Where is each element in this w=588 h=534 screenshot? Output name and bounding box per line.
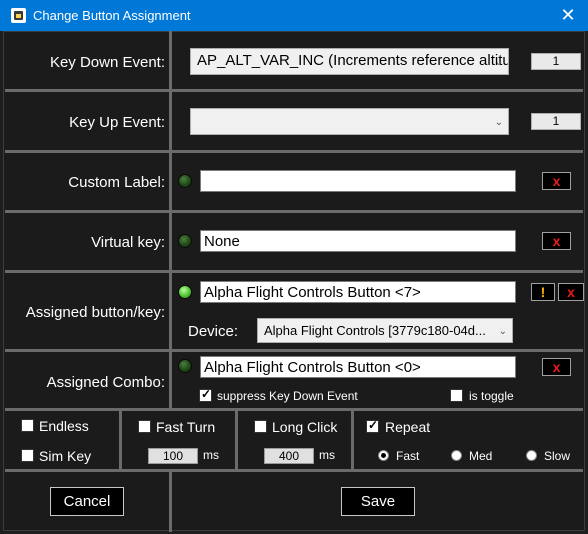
custom-label-input[interactable] [200,170,516,192]
speed-fast-radio[interactable] [378,450,389,461]
divider [235,409,238,471]
repeat-checkbox[interactable] [366,418,379,433]
repeat-label: Repeat [385,419,431,435]
key-up-count[interactable]: 1 [531,113,581,130]
chevron-down-icon: ⌄ [498,325,507,337]
virtual-key-input[interactable]: None [200,230,516,252]
key-up-select[interactable]: ⌄ [190,108,509,135]
custom-label-label: Custom Label: [68,174,165,191]
long-click-label: Long Click [272,419,338,435]
assigned-button-warning-button[interactable]: ! [531,283,555,301]
key-down-count[interactable]: 1 [531,53,581,70]
speed-med-label: Med [469,449,493,463]
assigned-combo-label: Assigned Combo: [46,374,165,391]
sim-key-label: Sim Key [39,448,92,464]
speed-fast-label: Fast [396,449,420,463]
window-title: Change Button Assignment [33,8,191,23]
speed-med-radio[interactable] [451,450,462,461]
divider [351,409,354,471]
device-select[interactable]: Alpha Flight Controls [3779c180-04d... ⌄ [257,318,513,343]
fast-turn-ms-input[interactable]: 100 [148,448,198,464]
endless-checkbox[interactable] [21,419,34,432]
custom-label-led-icon [178,174,192,188]
endless-label: Endless [39,418,89,434]
fast-turn-unit: ms [203,448,219,462]
is-toggle-label: is toggle [469,389,514,403]
assigned-combo-clear-button[interactable]: x [542,358,571,376]
key-down-select[interactable]: AP_ALT_VAR_INC (Increments reference alt… [190,48,509,75]
device-label: Device: [188,323,239,340]
divider [5,210,583,213]
assigned-button-led-icon [178,285,192,299]
assigned-button-clear-button[interactable]: x [558,283,584,301]
long-click-ms-input[interactable]: 400 [264,448,314,464]
title-bar: Change Button Assignment ✕ [0,0,588,31]
divider [5,469,583,472]
assigned-combo-led-icon [178,359,192,373]
fast-turn-label: Fast Turn [156,419,216,435]
device-value: Alpha Flight Controls [3779c180-04d... [264,323,486,338]
assigned-button-input[interactable]: Alpha Flight Controls Button <7> [200,281,516,303]
suppress-key-down-label: suppress Key Down Event [217,389,358,403]
close-button[interactable]: ✕ [548,0,588,31]
divider [5,349,583,352]
save-button[interactable]: Save [341,487,415,516]
cancel-button[interactable]: Cancel [50,487,124,516]
virtual-key-label: Virtual key: [91,234,165,251]
divider [169,470,172,532]
key-down-value: AP_ALT_VAR_INC (Increments reference alt… [197,52,509,69]
suppress-key-down-checkbox[interactable] [199,387,212,402]
key-up-label: Key Up Event: [69,114,165,131]
custom-label-clear-button[interactable]: x [542,172,571,190]
divider [119,409,122,471]
assigned-combo-input[interactable]: Alpha Flight Controls Button <0> [200,356,516,378]
divider [5,408,583,411]
speed-slow-radio[interactable] [526,450,537,461]
assigned-button-label: Assigned button/key: [25,304,165,321]
virtual-key-clear-button[interactable]: x [542,232,571,250]
sim-key-checkbox[interactable] [21,449,34,462]
divider [5,89,583,92]
long-click-unit: ms [319,448,335,462]
divider [5,270,583,273]
divider [169,31,172,409]
virtual-key-led-icon [178,234,192,248]
speed-slow-label: Slow [544,449,571,463]
is-toggle-checkbox[interactable] [450,389,463,402]
divider [5,150,583,153]
key-down-label: Key Down Event: [49,54,165,71]
chevron-down-icon: ⌄ [494,56,503,68]
long-click-checkbox[interactable] [254,420,267,433]
app-icon [11,8,26,23]
fast-turn-checkbox[interactable] [138,420,151,433]
chevron-down-icon: ⌄ [494,116,503,128]
